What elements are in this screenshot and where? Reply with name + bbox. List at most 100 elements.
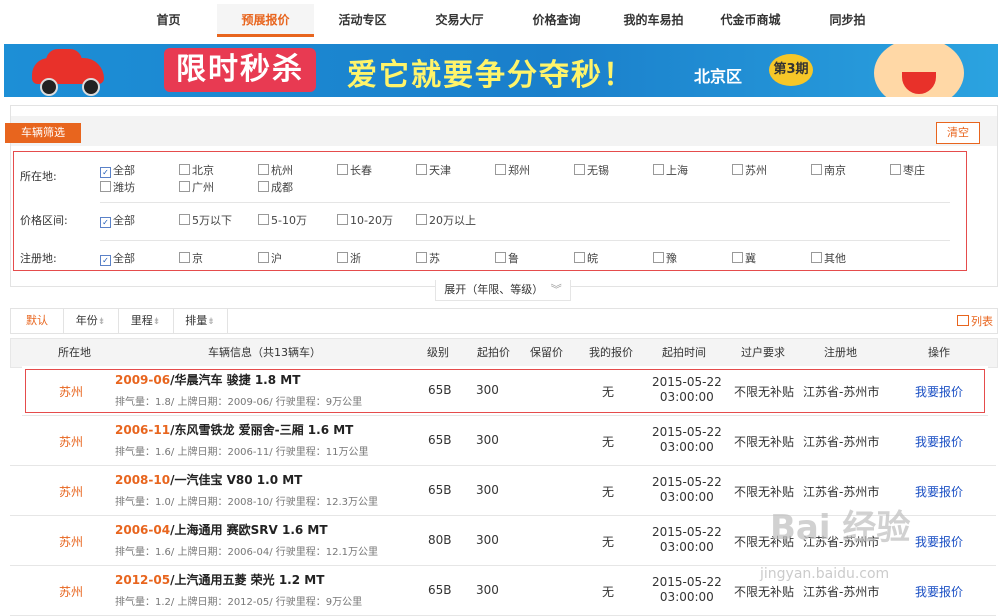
bid-link[interactable]: 我要报价: [915, 533, 963, 550]
checkbox-icon[interactable]: [416, 164, 427, 175]
start-date: 2015-05-22: [652, 475, 722, 489]
filter-option[interactable]: 无锡: [574, 162, 609, 178]
filter-option[interactable]: 20万以上: [416, 212, 476, 228]
sort-option[interactable]: 排量⇟: [173, 309, 228, 333]
filter-option[interactable]: 杭州: [258, 162, 293, 178]
filter-option[interactable]: 京: [179, 250, 203, 266]
filter-option[interactable]: 枣庄: [890, 162, 925, 178]
nav-item[interactable]: 价格查询: [508, 4, 605, 37]
transfer-requirement: 不限无补贴: [734, 485, 795, 499]
vehicle-name: /上海通用 赛欧SRV 1.6 MT: [170, 523, 328, 537]
checkbox-icon[interactable]: [416, 214, 427, 225]
filter-option[interactable]: 南京: [811, 162, 846, 178]
checkbox-icon[interactable]: [337, 252, 348, 263]
nav-item[interactable]: 交易大厅: [411, 4, 508, 37]
filter-option[interactable]: 鲁: [495, 250, 519, 266]
checkbox-icon[interactable]: [179, 181, 190, 192]
nav-item[interactable]: 代金币商城: [702, 4, 799, 37]
checkbox-icon[interactable]: [416, 252, 427, 263]
checkbox-icon[interactable]: [337, 164, 348, 175]
bid-link[interactable]: 我要报价: [915, 383, 963, 400]
checkbox-icon[interactable]: [495, 164, 506, 175]
checkbox-icon[interactable]: [732, 164, 743, 175]
filter-option-label: 全部: [113, 252, 135, 265]
list-view-toggle[interactable]: 列表: [957, 313, 993, 329]
filter-option[interactable]: 成都: [258, 179, 293, 195]
column-header: 保留价: [530, 346, 563, 359]
filter-option[interactable]: 浙: [337, 250, 361, 266]
filter-option[interactable]: ✓ 全部: [100, 212, 135, 228]
filter-option[interactable]: ✓ 全部: [100, 162, 135, 178]
filter-option[interactable]: 广州: [179, 179, 214, 195]
filter-option-label: 广州: [192, 181, 214, 194]
filter-option[interactable]: 苏: [416, 250, 440, 266]
sort-option[interactable]: 年份⇟: [63, 309, 119, 333]
promo-banner[interactable]: 限时秒杀 爱它就要争分夺秒！ 北京区 第3期: [4, 44, 998, 97]
checkbox-icon[interactable]: [100, 181, 111, 192]
checkbox-icon[interactable]: [179, 252, 190, 263]
filter-option[interactable]: 北京: [179, 162, 214, 178]
sort-option[interactable]: 默认: [11, 309, 64, 333]
filter-option-label: 枣庄: [903, 164, 925, 177]
filter-option[interactable]: 沪: [258, 250, 282, 266]
nav-item[interactable]: 同步拍: [799, 4, 896, 37]
filter-option[interactable]: 豫: [653, 250, 677, 266]
checkbox-icon[interactable]: [337, 214, 348, 225]
filter-option[interactable]: 5-10万: [258, 212, 307, 228]
checkbox-icon[interactable]: [653, 164, 664, 175]
filter-option[interactable]: 天津: [416, 162, 451, 178]
checkbox-icon[interactable]: [258, 181, 269, 192]
filter-option[interactable]: 皖: [574, 250, 598, 266]
expand-filters-button[interactable]: 展开（年限、等级） ︾: [435, 280, 571, 301]
checkbox-icon[interactable]: [179, 164, 190, 175]
bid-link[interactable]: 我要报价: [915, 583, 963, 600]
sort-option[interactable]: 里程⇟: [118, 309, 174, 333]
filter-option[interactable]: 潍坊: [100, 179, 135, 195]
checkbox-icon[interactable]: [258, 252, 269, 263]
vehicle-year: 2009-06: [115, 373, 171, 387]
banner-issue-badge: 第3期: [769, 54, 813, 86]
checkbox-icon[interactable]: [811, 164, 822, 175]
bid-link[interactable]: 我要报价: [915, 483, 963, 500]
vehicle-title[interactable]: 2008-10/一汽佳宝 V80 1.0 MT: [115, 471, 302, 488]
filter-option[interactable]: 郑州: [495, 162, 530, 178]
list-icon: [957, 315, 969, 326]
clear-button[interactable]: 清空: [936, 122, 980, 144]
checkbox-icon[interactable]: [732, 252, 743, 263]
checkbox-icon[interactable]: [574, 164, 585, 175]
vehicle-grade: 65B: [428, 483, 452, 497]
checkbox-icon[interactable]: [811, 252, 822, 263]
filter-tab[interactable]: 车辆筛选: [5, 123, 81, 143]
vehicle-title[interactable]: 2012-05/上汽通用五菱 荣光 1.2 MT: [115, 571, 324, 588]
checked-checkbox-icon[interactable]: ✓: [100, 255, 111, 266]
checkbox-icon[interactable]: [574, 252, 585, 263]
checkbox-icon[interactable]: [653, 252, 664, 263]
checked-checkbox-icon[interactable]: ✓: [100, 167, 111, 178]
checkbox-icon[interactable]: [258, 164, 269, 175]
checkbox-icon[interactable]: [258, 214, 269, 225]
checked-checkbox-icon[interactable]: ✓: [100, 217, 111, 228]
filter-option[interactable]: 冀: [732, 250, 756, 266]
filter-option[interactable]: 其他: [811, 250, 846, 266]
vehicle-title[interactable]: 2006-04/上海通用 赛欧SRV 1.6 MT: [115, 521, 328, 538]
filter-option[interactable]: 长春: [337, 162, 372, 178]
filter-option-label: 无锡: [587, 164, 609, 177]
bid-link[interactable]: 我要报价: [915, 433, 963, 450]
nav-item[interactable]: 我的车易拍: [605, 4, 702, 37]
checkbox-icon[interactable]: [495, 252, 506, 263]
nav-item[interactable]: 预展报价: [217, 4, 314, 37]
start-price: 300: [476, 383, 499, 397]
nav-item[interactable]: 活动专区: [314, 4, 411, 37]
filter-option[interactable]: ✓ 全部: [100, 250, 135, 266]
filter-option[interactable]: 上海: [653, 162, 688, 178]
filter-option[interactable]: 苏州: [732, 162, 767, 178]
filter-option-label: 其他: [824, 252, 846, 265]
nav-item[interactable]: 首页: [120, 4, 217, 37]
filter-option[interactable]: 5万以下: [179, 212, 232, 228]
checkbox-icon[interactable]: [890, 164, 901, 175]
vehicle-grade: 65B: [428, 383, 452, 397]
vehicle-title[interactable]: 2006-11/东风雪铁龙 爱丽舍-三厢 1.6 MT: [115, 421, 353, 438]
checkbox-icon[interactable]: [179, 214, 190, 225]
filter-option[interactable]: 10-20万: [337, 212, 393, 228]
vehicle-title[interactable]: 2009-06/华晨汽车 骏捷 1.8 MT: [115, 371, 300, 388]
